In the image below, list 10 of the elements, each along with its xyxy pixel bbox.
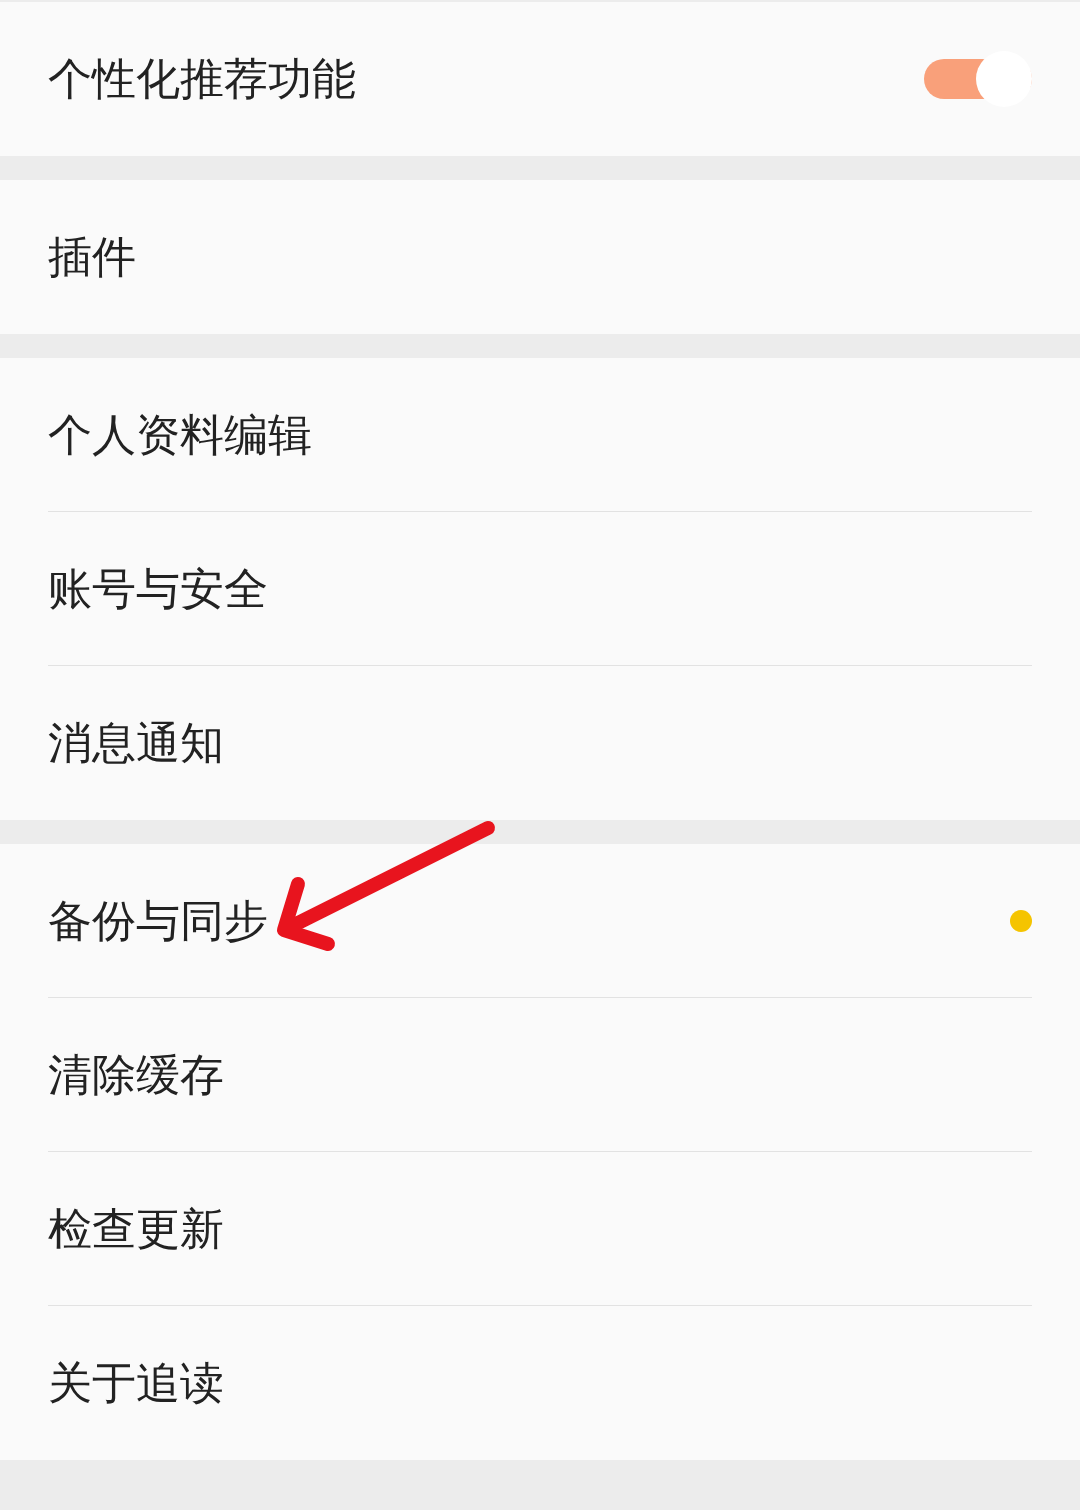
setting-label[interactable]: 插件 bbox=[48, 235, 136, 279]
setting-label[interactable]: 检查更新 bbox=[48, 1206, 224, 1251]
setting-label[interactable]: 关于追读 bbox=[48, 1361, 224, 1405]
setting-label[interactable]: 备份与同步 bbox=[48, 898, 268, 943]
setting-label[interactable]: 账号与安全 bbox=[48, 566, 268, 611]
setting-label[interactable]: 个性化推荐功能 bbox=[48, 57, 356, 101]
setting-label[interactable]: 消息通知 bbox=[48, 721, 224, 765]
setting-label[interactable]: 清除缓存 bbox=[48, 1052, 224, 1097]
toggle-switch[interactable] bbox=[924, 51, 1032, 107]
setting-label[interactable]: 个人资料编辑 bbox=[48, 412, 312, 457]
